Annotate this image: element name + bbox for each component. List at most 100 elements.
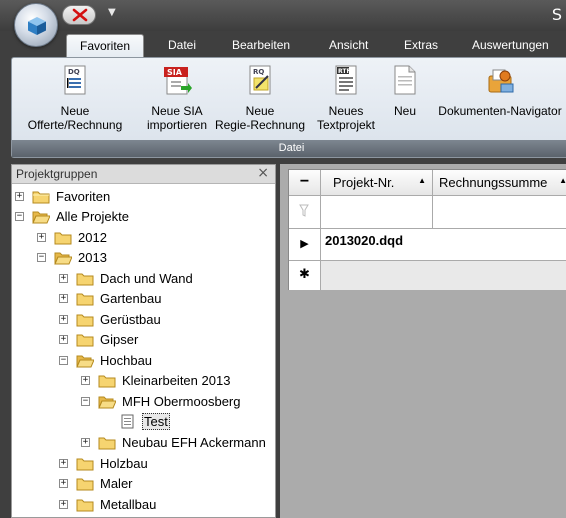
new-text-project-label-1: Neues [328, 104, 364, 118]
tree-node-favoriten[interactable]: + Favoriten [12, 187, 272, 207]
tree-node-geruestbau[interactable]: + Gerüstbau [12, 310, 272, 330]
tree-node-2013[interactable]: − 2013 [12, 248, 272, 268]
tree-node-label: Gerüstbau [100, 312, 161, 327]
new-regie-invoice-button[interactable]: RQ Neue Regie-Rechnung [210, 64, 310, 132]
expand-icon[interactable]: + [59, 459, 68, 468]
window-title: S [551, 5, 562, 24]
tree-node-2012[interactable]: + 2012 [12, 228, 272, 248]
open-folder-icon [98, 396, 116, 409]
collapse-icon[interactable]: − [37, 253, 46, 262]
tab-datei[interactable]: Datei [168, 38, 196, 52]
tree-node-hochbau[interactable]: − Hochbau [12, 351, 272, 371]
tree-node-label: 2013 [78, 250, 107, 265]
column-header-projekt-nr[interactable]: Projekt-Nr. ▲ [321, 170, 433, 196]
grid-collapse-button[interactable]: − [289, 170, 321, 196]
new-text-project-button[interactable]: RTF Neues Textprojekt [311, 64, 381, 132]
folder-icon [98, 437, 116, 450]
collapse-icon[interactable]: − [15, 212, 24, 221]
collapse-icon[interactable]: − [81, 397, 90, 406]
blank-document-icon [389, 64, 421, 98]
ribbon-tab-row: Favoriten Datei Bearbeiten Ansicht Extra… [0, 31, 566, 58]
tab-favoriten[interactable]: Favoriten [66, 34, 145, 58]
rq-document-icon: RQ [244, 64, 276, 98]
new-regie-label-1: Neue [245, 104, 275, 118]
panel-header: Projektgruppen × [12, 165, 275, 184]
tree-node-label: Test [142, 413, 170, 430]
tree-node-label: 2012 [78, 230, 107, 245]
document-navigator-icon [484, 64, 516, 98]
expand-icon[interactable]: + [81, 376, 90, 385]
expand-icon[interactable]: + [59, 335, 68, 344]
filter-cell-projekt-nr[interactable] [321, 196, 433, 229]
tree-node-dach-und-wand[interactable]: + Dach und Wand [12, 269, 272, 289]
tree-node-neubau-efh-ackermann[interactable]: + Neubau EFH Ackermann [12, 433, 272, 453]
expand-icon[interactable]: + [59, 294, 68, 303]
expand-icon[interactable]: + [59, 479, 68, 488]
new-regie-label-2: Regie-Rechnung [214, 118, 306, 132]
quick-access-close-button[interactable] [62, 5, 96, 25]
row-indicator-current[interactable]: ▶ [289, 229, 321, 261]
new-label: Neu [393, 104, 416, 118]
new-row-indicator[interactable]: ✱ [289, 261, 321, 290]
tree-node-gartenbau[interactable]: + Gartenbau [12, 289, 272, 309]
tree-node-kleinarbeiten-2013[interactable]: + Kleinarbeiten 2013 [12, 371, 272, 391]
import-sia-button[interactable]: SIA Neue SIA importieren [135, 64, 219, 132]
expand-icon[interactable]: + [59, 274, 68, 283]
svg-text:SIA: SIA [167, 68, 183, 77]
tree-node-test[interactable]: Test [12, 412, 272, 432]
folder-icon [76, 314, 94, 327]
title-bar: ▼ S [0, 0, 566, 31]
quick-access-menu-icon[interactable]: ▼ [108, 7, 116, 18]
folder-icon [76, 458, 94, 471]
new-offer-invoice-button[interactable]: DQ Neue Offerte/Rechnung [18, 64, 132, 132]
svg-text:RTF: RTF [338, 68, 351, 75]
tree-node-label: Kleinarbeiten 2013 [122, 373, 231, 388]
tree-node-alle-projekte[interactable]: − Alle Projekte [12, 207, 272, 227]
collapse-icon[interactable]: − [59, 356, 68, 365]
new-row[interactable] [321, 261, 566, 290]
tree-node-label: Gartenbau [100, 291, 162, 306]
tree-node-label: Holzbau [100, 456, 148, 471]
column-header-label: Projekt-Nr. [333, 175, 395, 190]
folder-icon [76, 293, 94, 306]
tab-ansicht[interactable]: Ansicht [329, 38, 368, 52]
document-navigator-button[interactable]: Dokumenten-Navigator [430, 64, 566, 118]
filter-cell-rechnungssumme[interactable] [433, 196, 566, 229]
rtf-document-icon: RTF [330, 64, 362, 98]
expand-icon[interactable]: + [37, 233, 46, 242]
folder-icon [76, 478, 94, 491]
tree-node-metallbau[interactable]: + Metallbau [12, 495, 272, 515]
document-navigator-label: Dokumenten-Navigator [438, 104, 562, 118]
tree-node-maler[interactable]: + Maler [12, 474, 272, 494]
panel-title: Projektgruppen [16, 167, 98, 181]
column-header-label: Rechnungssumme [439, 175, 548, 190]
close-icon[interactable]: × [257, 165, 269, 181]
expand-icon[interactable]: + [15, 192, 24, 201]
tree-node-label: Neubau EFH Ackermann [122, 435, 266, 450]
column-header-rechnungssumme[interactable]: Rechnungssumme ▲ [433, 170, 566, 196]
folder-icon [76, 334, 94, 347]
document-icon [121, 414, 134, 429]
ribbon-panel: DQ Neue Offerte/Rechnung SIA Neue SIA im… [11, 57, 566, 158]
expand-icon[interactable]: + [81, 438, 90, 447]
ribbon-group-label: Datei [12, 140, 566, 157]
sia-import-icon: SIA [161, 64, 193, 98]
project-grid: − Projekt-Nr. ▲ Rechnungssumme ▲ ▶ 20130… [288, 169, 566, 290]
tab-bearbeiten[interactable]: Bearbeiten [232, 38, 290, 52]
expand-icon[interactable]: + [59, 500, 68, 509]
tree-node-mfh-obermoosberg[interactable]: − MFH Obermoosberg [12, 392, 272, 412]
application-menu-button[interactable] [14, 3, 58, 47]
tab-extras[interactable]: Extras [404, 38, 438, 52]
new-button[interactable]: Neu [387, 64, 423, 118]
tree-node-holzbau[interactable]: + Holzbau [12, 454, 272, 474]
tree-node-gipser[interactable]: + Gipser [12, 330, 272, 350]
table-row[interactable]: 2013020.dqd [321, 229, 566, 261]
tree-node-label: Alle Projekte [56, 209, 129, 224]
folder-icon [32, 191, 50, 204]
dq-document-icon: DQ [59, 64, 91, 98]
expand-icon[interactable]: + [59, 315, 68, 324]
tree-node-label: Maler [100, 476, 133, 491]
filter-icon [299, 204, 309, 217]
tab-auswertungen[interactable]: Auswertungen [472, 38, 549, 52]
svg-text:DQ: DQ [68, 68, 80, 76]
